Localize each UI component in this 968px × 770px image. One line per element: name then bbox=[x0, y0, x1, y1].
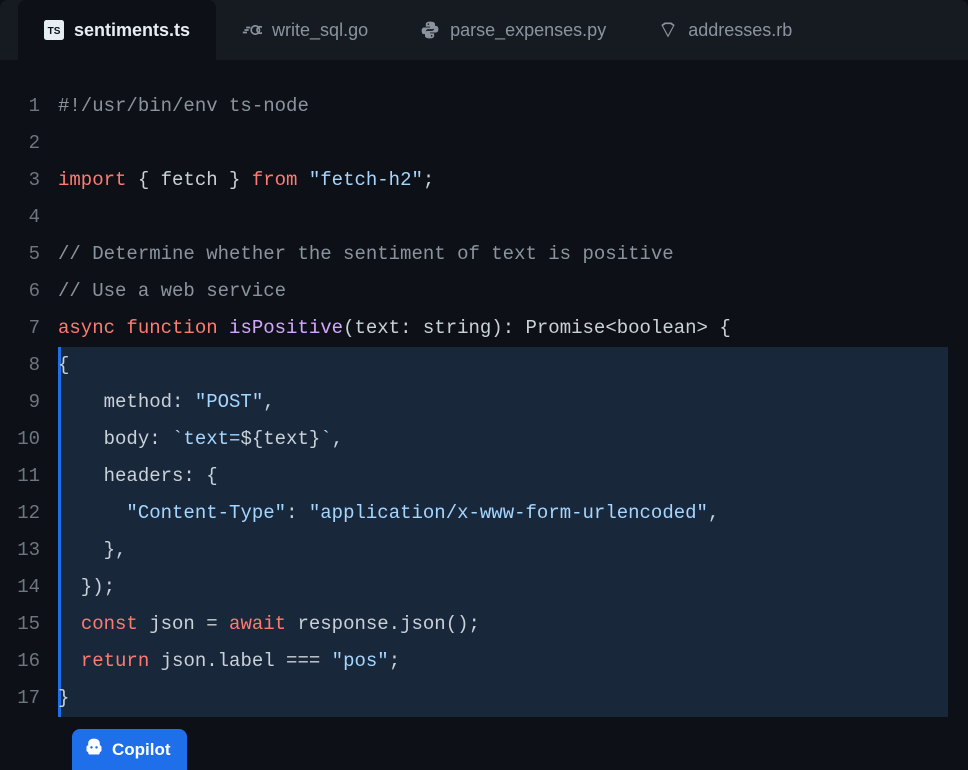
tab-addresses-rb[interactable]: addresses.rb bbox=[632, 0, 818, 60]
tab-sentiments-ts[interactable]: TS sentiments.ts bbox=[18, 0, 216, 60]
tab-label: write_sql.go bbox=[272, 20, 368, 41]
token-default bbox=[218, 317, 229, 339]
token-default: ${text} bbox=[240, 428, 320, 450]
line-number: 2 bbox=[0, 125, 40, 162]
tab-parse_expenses-py[interactable]: parse_expenses.py bbox=[394, 0, 632, 60]
code-content[interactable]: #!/usr/bin/env ts-node import { fetch } f… bbox=[58, 88, 968, 770]
ruby-icon bbox=[658, 20, 678, 40]
token-default: : bbox=[286, 502, 309, 524]
token-keyword: const bbox=[81, 613, 138, 635]
token-default: }); bbox=[58, 576, 115, 598]
token-comment: // Determine whether the sentiment of te… bbox=[58, 243, 674, 265]
token-default: response.json(); bbox=[286, 613, 480, 635]
token-keyword: async bbox=[58, 317, 115, 339]
token-default: (text: string): Promise<boolean> { bbox=[343, 317, 731, 339]
code-editor: TS sentiments.ts write_sql.go parse_expense… bbox=[0, 0, 968, 770]
token-comment: // Use a web service bbox=[58, 280, 286, 302]
token-default: { fetch } bbox=[126, 169, 251, 191]
line-number: 15 bbox=[0, 606, 40, 643]
token-default bbox=[297, 169, 308, 191]
code-line[interactable]: }); bbox=[58, 569, 968, 606]
code-line[interactable]: import { fetch } from "fetch-h2"; bbox=[58, 162, 968, 199]
code-line[interactable]: headers: { bbox=[58, 458, 968, 495]
token-default: ; bbox=[423, 169, 434, 191]
tab-label: addresses.rb bbox=[688, 20, 792, 41]
token-string: ` bbox=[320, 428, 331, 450]
svg-text:TS: TS bbox=[48, 26, 61, 37]
line-number-gutter: 1234567891011121314151617 bbox=[0, 88, 58, 770]
line-number: 9 bbox=[0, 384, 40, 421]
line-number: 6 bbox=[0, 273, 40, 310]
token-default: body: bbox=[58, 428, 172, 450]
python-icon bbox=[420, 20, 440, 40]
token-string: "fetch-h2" bbox=[309, 169, 423, 191]
token-default bbox=[58, 650, 81, 672]
token-default: json.label === bbox=[149, 650, 331, 672]
ts-icon: TS bbox=[44, 20, 64, 40]
token-default: , bbox=[263, 391, 274, 413]
go-icon bbox=[242, 20, 262, 40]
code-line[interactable]: const json = await response.json(); bbox=[58, 606, 968, 643]
token-default: , bbox=[708, 502, 719, 524]
code-line[interactable]: // Determine whether the sentiment of te… bbox=[58, 236, 968, 273]
token-default: json = bbox=[138, 613, 229, 635]
tab-bar: TS sentiments.ts write_sql.go parse_expense… bbox=[0, 0, 968, 60]
code-line[interactable]: "Content-Type": "application/x-www-form-… bbox=[58, 495, 968, 532]
token-string: "POST" bbox=[195, 391, 263, 413]
code-line[interactable]: } bbox=[58, 680, 968, 717]
code-line[interactable]: #!/usr/bin/env ts-node bbox=[58, 88, 968, 125]
token-default bbox=[58, 613, 81, 635]
tab-write_sql-go[interactable]: write_sql.go bbox=[216, 0, 394, 60]
token-func: isPositive bbox=[229, 317, 343, 339]
line-number: 5 bbox=[0, 236, 40, 273]
line-number: 12 bbox=[0, 495, 40, 532]
token-comment: #!/usr/bin/env ts-node bbox=[58, 95, 309, 117]
token-default: method: bbox=[58, 391, 195, 413]
tab-label: sentiments.ts bbox=[74, 20, 190, 41]
token-string: "pos" bbox=[332, 650, 389, 672]
code-line[interactable]: }, bbox=[58, 532, 968, 569]
line-number: 3 bbox=[0, 162, 40, 199]
token-default: ; bbox=[389, 650, 400, 672]
token-default: , bbox=[332, 428, 343, 450]
line-number: 10 bbox=[0, 421, 40, 458]
tab-label: parse_expenses.py bbox=[450, 20, 606, 41]
token-keyword: from bbox=[252, 169, 298, 191]
code-line[interactable] bbox=[58, 125, 968, 162]
line-number: 17 bbox=[0, 680, 40, 717]
line-number: 16 bbox=[0, 643, 40, 680]
line-number: 11 bbox=[0, 458, 40, 495]
token-keyword: function bbox=[126, 317, 217, 339]
token-default bbox=[58, 502, 126, 524]
token-keyword: import bbox=[58, 169, 126, 191]
code-line[interactable] bbox=[58, 199, 968, 236]
code-line[interactable]: // Use a web service bbox=[58, 273, 968, 310]
line-number: 14 bbox=[0, 569, 40, 606]
code-line[interactable]: body: `text=${text}`, bbox=[58, 421, 968, 458]
code-line[interactable]: method: "POST", bbox=[58, 384, 968, 421]
token-keyword: await bbox=[229, 613, 286, 635]
copilot-badge-label: Copilot bbox=[112, 740, 171, 760]
line-number: 13 bbox=[0, 532, 40, 569]
token-string: "Content-Type" bbox=[126, 502, 286, 524]
line-number: 4 bbox=[0, 199, 40, 236]
token-default: headers: { bbox=[58, 465, 218, 487]
code-area[interactable]: 1234567891011121314151617 #!/usr/bin/env… bbox=[0, 60, 968, 770]
code-line[interactable]: async function isPositive(text: string):… bbox=[58, 310, 968, 347]
copilot-icon bbox=[84, 737, 104, 762]
token-string: `text= bbox=[172, 428, 240, 450]
token-string: "application/x-www-form-urlencoded" bbox=[309, 502, 708, 524]
copilot-badge[interactable]: Copilot bbox=[72, 729, 187, 770]
line-number: 8 bbox=[0, 347, 40, 384]
line-number: 7 bbox=[0, 310, 40, 347]
token-default: { bbox=[58, 354, 69, 376]
token-default: } bbox=[58, 687, 69, 709]
code-line[interactable]: return json.label === "pos"; bbox=[58, 643, 968, 680]
code-line[interactable]: { bbox=[58, 347, 968, 384]
line-number: 1 bbox=[0, 88, 40, 125]
token-default bbox=[115, 317, 126, 339]
token-default: }, bbox=[58, 539, 126, 561]
token-keyword: return bbox=[81, 650, 149, 672]
